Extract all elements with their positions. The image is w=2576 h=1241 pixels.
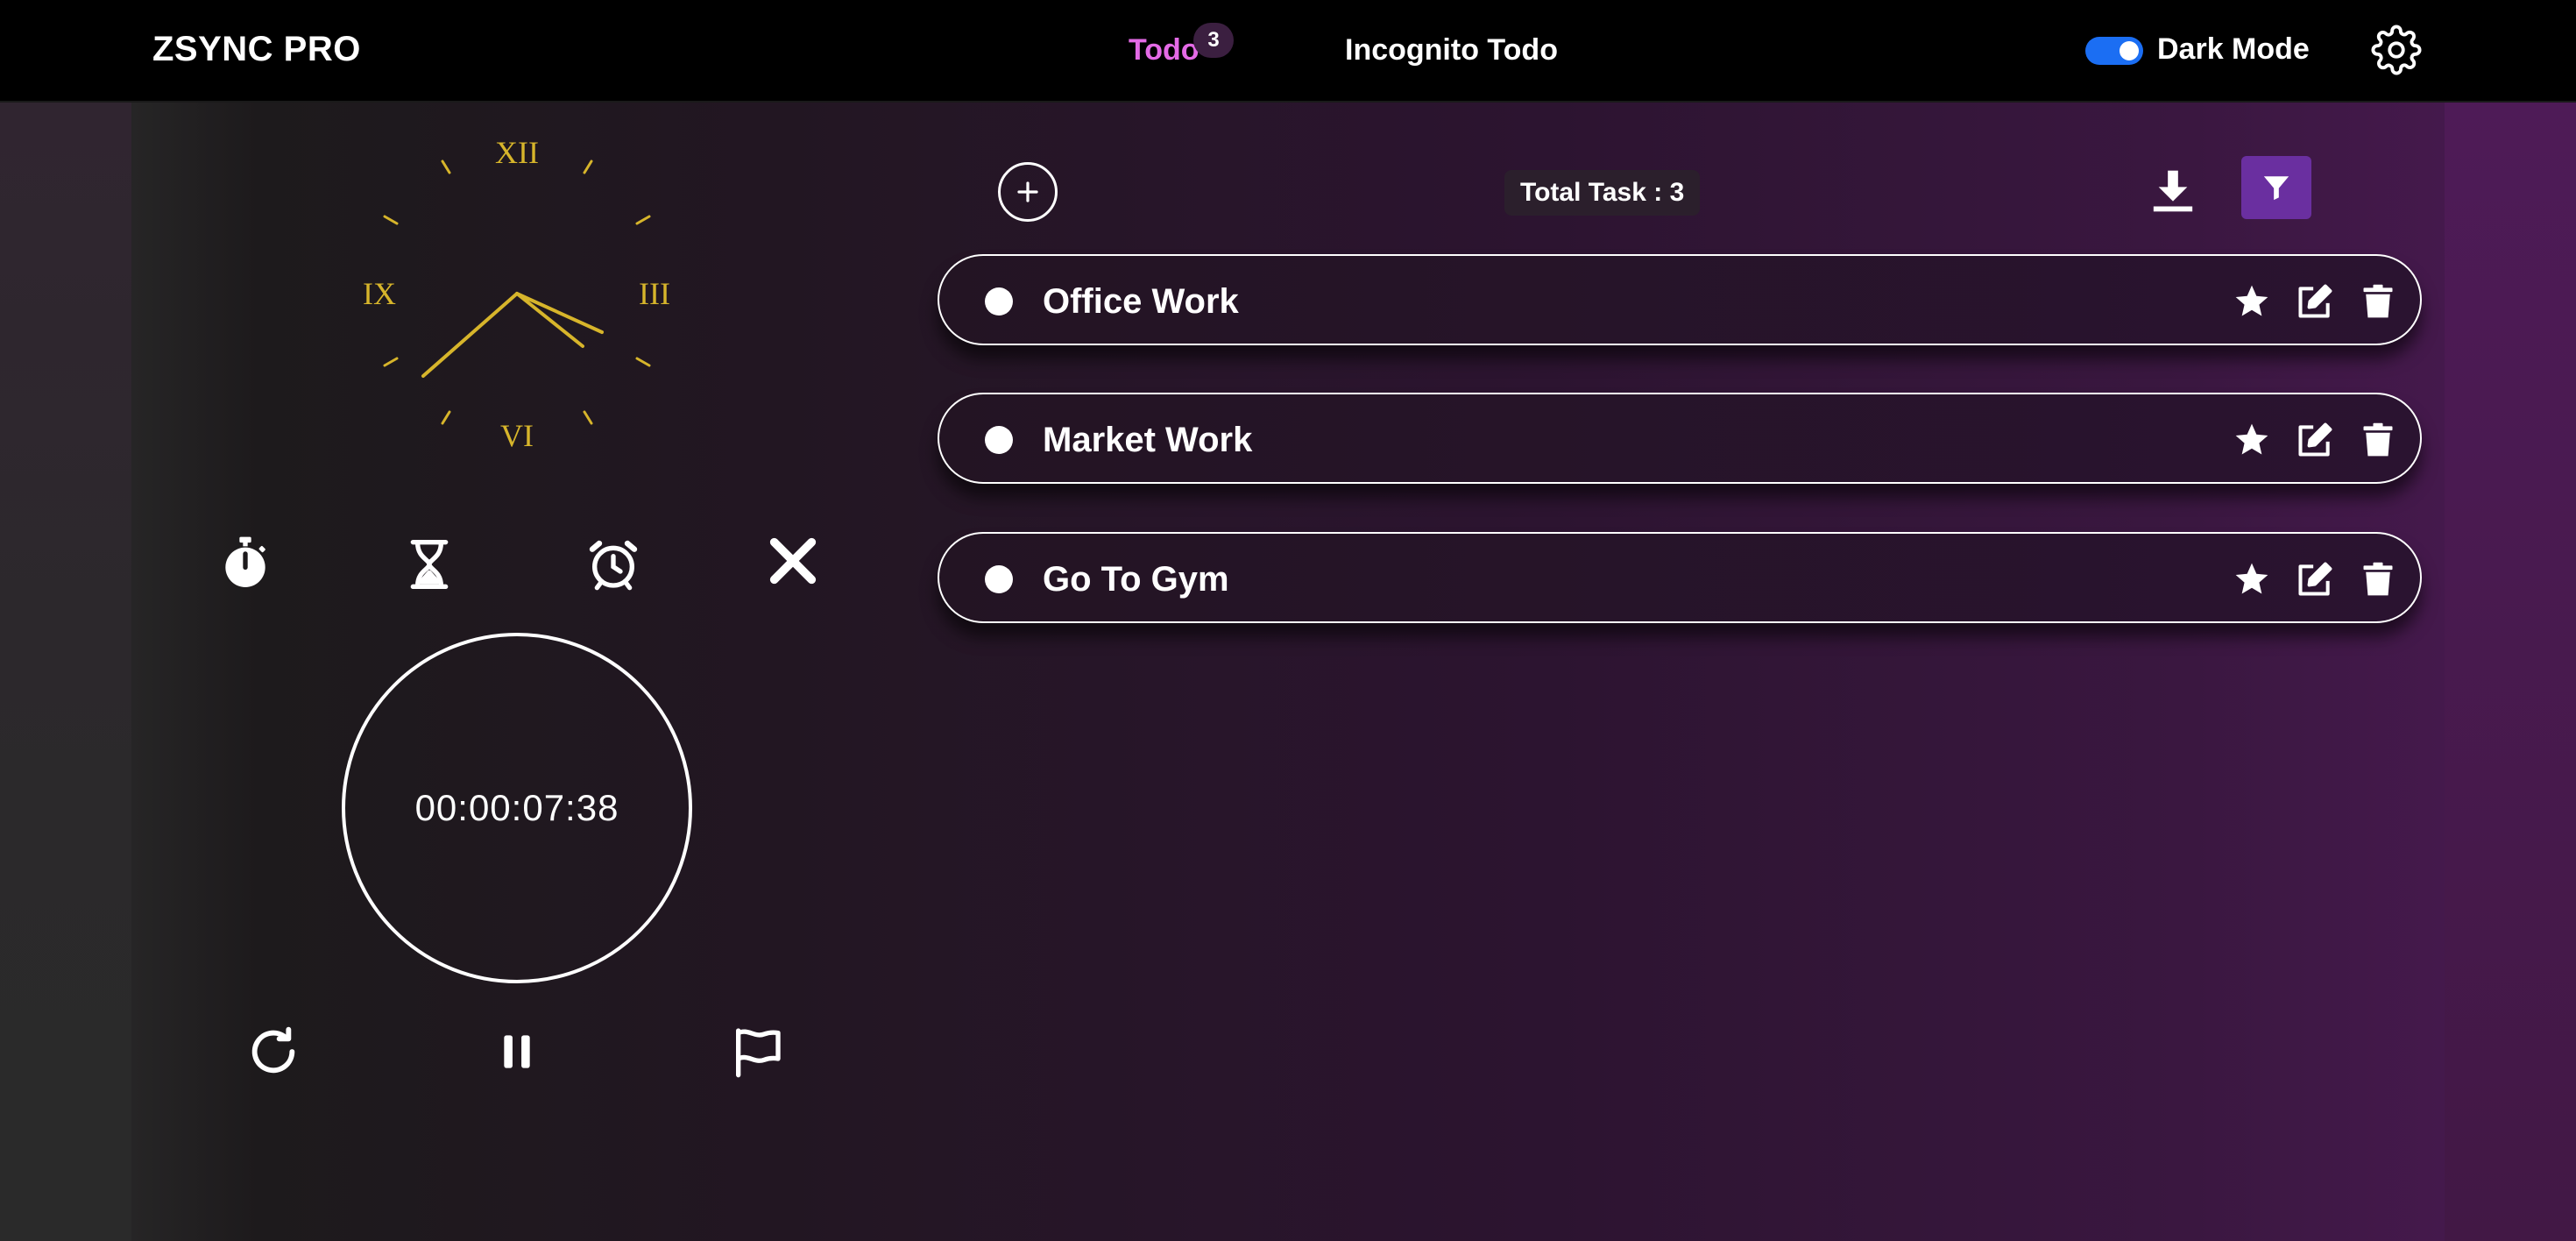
edit-icon[interactable]: [2296, 282, 2334, 321]
plus-icon: [1017, 181, 1038, 202]
download-icon[interactable]: [2148, 167, 2197, 216]
total-task-count: Total Task : 3: [1504, 170, 1701, 216]
filter-icon: [2263, 176, 2289, 201]
task-complete-toggle[interactable]: [985, 287, 1013, 316]
second-hand: [421, 292, 519, 378]
left-side-panel: [0, 103, 131, 1241]
tab-todo[interactable]: Todo: [1129, 33, 1200, 67]
tab-incognito-todo[interactable]: Incognito Todo: [1345, 33, 1558, 67]
task-item[interactable]: Go To Gym: [938, 532, 2422, 623]
top-bar: ZSYNC PRO Todo 3 Incognito Todo Dark Mod…: [0, 0, 2576, 103]
stopwatch-icon[interactable]: [217, 535, 273, 591]
reset-icon[interactable]: [245, 1024, 301, 1080]
alarm-clock-icon[interactable]: [585, 536, 641, 592]
dark-mode-toggle[interactable]: [2085, 37, 2143, 65]
edit-icon[interactable]: [2296, 560, 2334, 599]
hourglass-icon[interactable]: [401, 536, 457, 592]
numeral-iii: III: [639, 276, 670, 311]
settings-gear-icon[interactable]: [2371, 25, 2422, 75]
numeral-vi: VI: [500, 418, 534, 453]
stopwatch-display: 00:00:07:38: [342, 633, 692, 983]
edit-icon[interactable]: [2296, 421, 2334, 459]
numeral-xii: XII: [495, 135, 539, 170]
filter-button[interactable]: [2241, 156, 2311, 219]
task-complete-toggle[interactable]: [985, 426, 1013, 454]
task-title: Go To Gym: [1043, 560, 1229, 599]
star-icon[interactable]: [2233, 560, 2271, 599]
flag-icon[interactable]: [729, 1024, 785, 1080]
close-icon[interactable]: [765, 533, 821, 589]
add-task-button[interactable]: [998, 162, 1058, 222]
todo-count-badge: 3: [1193, 23, 1234, 58]
task-item[interactable]: Market Work: [938, 393, 2422, 484]
task-title: Market Work: [1043, 421, 1253, 459]
star-icon[interactable]: [2233, 282, 2271, 321]
app-brand[interactable]: ZSYNC PRO: [152, 30, 361, 69]
trash-icon[interactable]: [2359, 560, 2397, 599]
task-item[interactable]: Office Work: [938, 254, 2422, 345]
pause-icon[interactable]: [489, 1024, 545, 1080]
task-complete-toggle[interactable]: [985, 565, 1013, 593]
toggle-knob: [2120, 41, 2139, 60]
trash-icon[interactable]: [2359, 282, 2397, 321]
dark-mode-label: Dark Mode: [2157, 32, 2310, 66]
right-side-panel: [2445, 103, 2576, 1241]
star-icon[interactable]: [2233, 421, 2271, 459]
elapsed-time: 00:00:07:38: [414, 787, 619, 828]
trash-icon[interactable]: [2359, 421, 2397, 459]
numeral-ix: IX: [363, 276, 396, 311]
task-title: Office Work: [1043, 282, 1239, 321]
analog-clock: XII III VI IX: [363, 135, 670, 453]
